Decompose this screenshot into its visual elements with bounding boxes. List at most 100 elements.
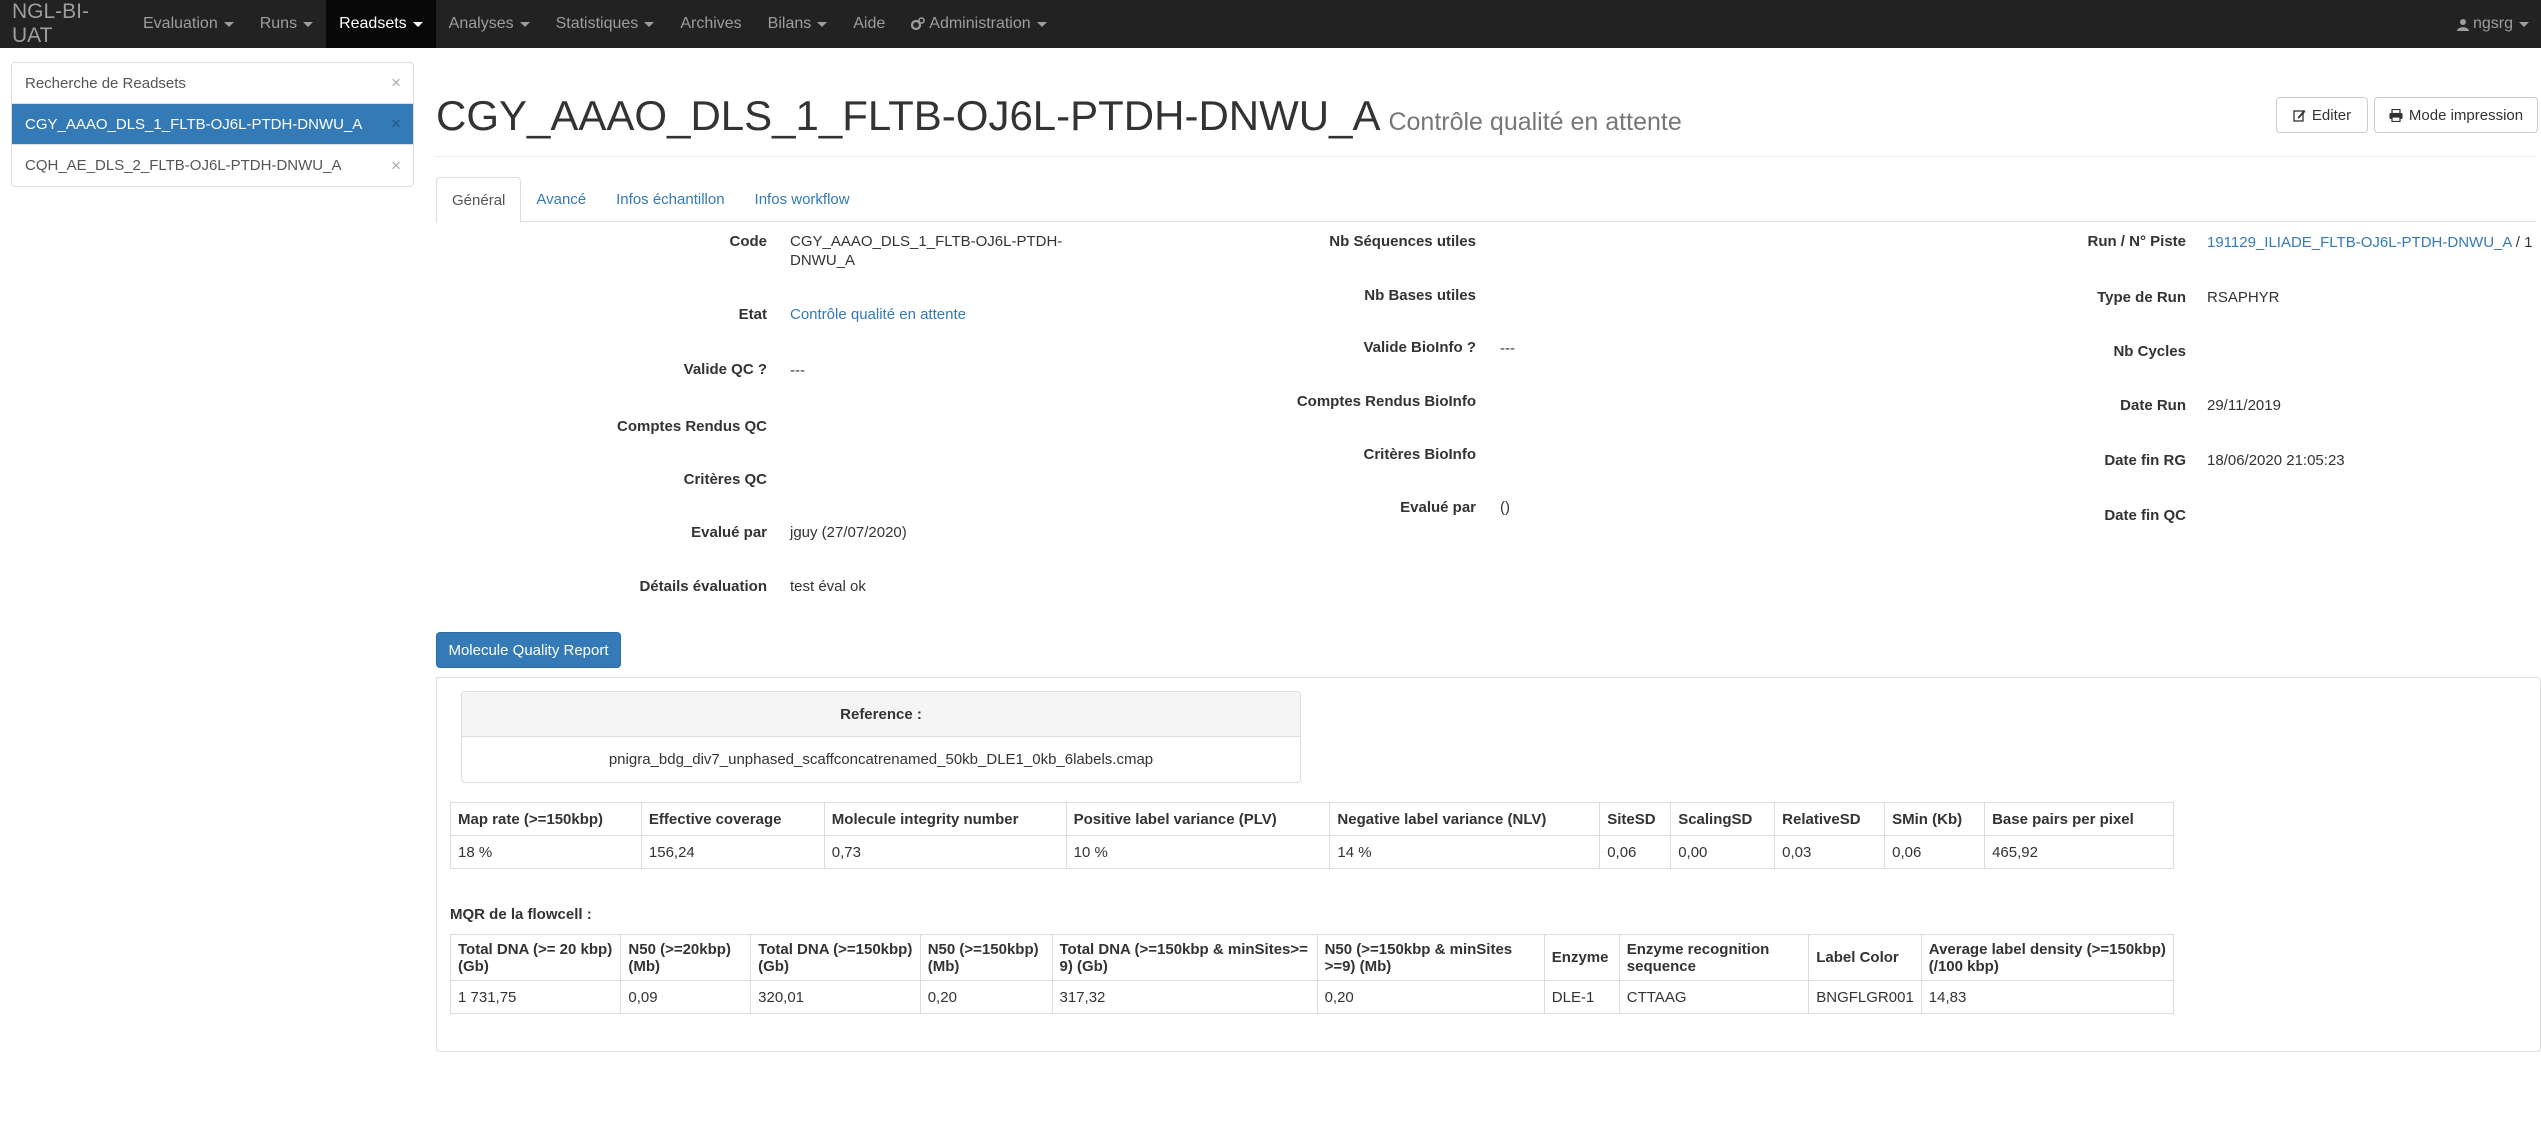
nav-item-runs[interactable]: Runs (247, 0, 326, 48)
field-value-bioinfo-evaluated-by: () (1500, 499, 1510, 516)
table-cell: 10 % (1065, 835, 1331, 869)
nav-item-label: Archives (680, 15, 742, 32)
user-icon (2456, 18, 2469, 31)
table-cell: 0,73 (823, 835, 1067, 869)
chevron-down-icon (223, 21, 234, 27)
table-header-row: Total DNA (>= 20 kbp) (Gb) N50 (>=20kbp) … (449, 934, 2175, 981)
print-label: Mode impression (2408, 106, 2524, 124)
table-cell: 0,20 (919, 980, 1053, 1014)
field-label-bioinfo-criteria: Critères BioInfo (1363, 446, 1476, 463)
field-value-valid-qc: --- (790, 362, 805, 379)
tab-advanced[interactable]: Avancé (521, 177, 601, 222)
field-label-code: Code (729, 233, 768, 250)
field-value-evaluated-by: jguy (27/07/2020) (790, 524, 907, 541)
nav-item-evaluation[interactable]: Evaluation (130, 0, 247, 48)
field-label-bioinfo-reports: Comptes Rendus BioInfo (1296, 393, 1476, 410)
sidebar-item-readset[interactable]: CQH_AE_DLS_2_FLTB-OJ6L-PTDH-DNWU_A × (12, 145, 413, 186)
chevron-down-icon (519, 21, 530, 27)
mqr-metrics-table: Map rate (>=150kbp) Effective coverage Mol… (450, 802, 2174, 869)
reference-box: Reference : pnigra_bdg_div7_unphased_sca… (461, 691, 1301, 783)
nav-item-label: Bilans (767, 15, 812, 32)
nav-item-label: Readsets (339, 15, 407, 32)
nav-item-readsets[interactable]: Readsets (326, 0, 436, 48)
reference-title: Reference : (462, 692, 1300, 737)
lane-number: / 1 (2511, 234, 2533, 251)
column-header: Total DNA (>=150kbp) (Gb) (750, 934, 921, 981)
field-value-run-lane: 191129_ILIADE_FLTB-OJ6L-PTDH-DNWU_A / 1 (2207, 233, 2532, 252)
table-cell: 0,03 (1774, 835, 1886, 869)
sidebar-item-label: CQH_AE_DLS_2_FLTB-OJ6L-PTDH-DNWU_A (25, 157, 342, 174)
chevron-down-icon (1036, 21, 1047, 27)
field-value-eval-details: test éval ok (790, 578, 866, 595)
field-value-run-type: RSAPHYR (2207, 289, 2280, 306)
tab-general[interactable]: Général (436, 177, 522, 223)
column-header: SiteSD (1599, 802, 1672, 836)
chevron-down-icon (817, 21, 828, 27)
sidebar-search-label: Recherche de Readsets (25, 74, 186, 92)
readset-tabs: Général Avancé Infos échantillon Infos w… (436, 177, 2536, 223)
field-value-state[interactable]: Contrôle qualité en attente (790, 305, 966, 324)
field-value-valid-bioinfo: --- (1500, 340, 1515, 357)
field-label-bioinfo-evaluated-by: Evalué par (1400, 499, 1476, 516)
close-icon[interactable]: × (391, 156, 401, 176)
column-header: Positive label variance (PLV) (1065, 802, 1331, 836)
table-cell: CTTAAG (1618, 980, 1810, 1014)
tab-sample-info[interactable]: Infos échantillon (601, 177, 739, 222)
field-label-useful-sequences: Nb Séquences utiles (1329, 233, 1476, 250)
sidebar-search-readsets[interactable]: Recherche de Readsets × (12, 63, 413, 104)
nav-item-statistiques[interactable]: Statistiques (543, 0, 668, 48)
column-header: Total DNA (>=150kbp & minSites>= 9) (Gb) (1051, 934, 1318, 981)
print-icon (2389, 108, 2403, 122)
table-cell: DLE-1 (1543, 980, 1620, 1014)
nav-item-aide[interactable]: Aide (840, 0, 898, 48)
nav-item-label: Statistiques (555, 15, 639, 32)
table-cell: 0,06 (1599, 835, 1672, 869)
molecule-quality-report-button[interactable]: Molecule Quality Report (436, 632, 621, 668)
print-mode-button[interactable]: Mode impression (2374, 97, 2538, 133)
table-cell: 156,24 (640, 835, 825, 869)
table-cell: 0,00 (1670, 835, 1776, 869)
brand-logo[interactable]: NGL-BI-UAT (0, 0, 130, 48)
field-label-valid-qc: Valide QC ? (683, 361, 767, 378)
table-cell: 1 731,75 (449, 980, 622, 1014)
table-cell: 0,06 (1884, 835, 1986, 869)
chevron-down-icon (412, 21, 423, 27)
close-icon[interactable]: × (391, 114, 401, 134)
column-header: Map rate (>=150kbp) (450, 802, 642, 836)
reference-file: pnigra_bdg_div7_unphased_scaffconcatrena… (608, 751, 1154, 768)
chevron-down-icon (2519, 21, 2529, 27)
edit-label: Editer (2311, 106, 2352, 124)
column-header: Average label density (>=150kbp) (/100 k… (1920, 934, 2175, 981)
field-label-cycles: Nb Cycles (2113, 343, 2186, 360)
table-cell: 465,92 (1984, 835, 2174, 869)
flowcell-caption: MQR de la flowcell : (450, 906, 592, 923)
column-header: Effective coverage (640, 802, 825, 836)
column-header: Enzyme (1543, 934, 1620, 981)
table-cell: 320,01 (750, 980, 921, 1014)
run-link[interactable]: 191129_ILIADE_FLTB-OJ6L-PTDH-DNWU_A (2207, 234, 2512, 251)
nav-item-analyses[interactable]: Analyses (436, 0, 543, 48)
close-icon[interactable]: × (391, 73, 401, 93)
table-header-row: Map rate (>=150kbp) Effective coverage Mol… (450, 802, 2174, 836)
edit-button[interactable]: Editer (2276, 97, 2368, 133)
top-navbar: NGL-BI-UAT Evaluation Runs Readsets Analyse… (0, 0, 2541, 48)
table-cell: 18 % (450, 835, 642, 869)
column-header: Total DNA (>= 20 kbp) (Gb) (449, 934, 622, 981)
nav-item-archives[interactable]: Archives (667, 0, 754, 48)
table-cell: 14,83 (1920, 980, 2175, 1014)
field-label-qc-reports: Comptes Rendus QC (616, 418, 767, 435)
column-header: Negative label variance (NLV) (1329, 802, 1601, 836)
table-cell: 0,20 (1316, 980, 1545, 1014)
column-header: Molecule integrity number (823, 802, 1067, 836)
sidebar-item-readset[interactable]: CGY_AAAO_DLS_1_FLTB-OJ6L-PTDH-DNWU_A × (12, 104, 413, 145)
field-label-valid-bioinfo: Valide BioInfo ? (1363, 339, 1476, 356)
column-header: N50 (>=150kbp & minSites >=9) (Mb) (1316, 934, 1545, 981)
column-header: Label Color (1808, 934, 1922, 981)
nav-item-bilans[interactable]: Bilans (755, 0, 841, 48)
nav-item-administration[interactable]: Administration (898, 0, 1059, 48)
field-label-run-date: Date Run (2120, 397, 2186, 414)
chevron-down-icon (303, 21, 314, 27)
tab-workflow-info[interactable]: Infos workflow (740, 177, 865, 222)
user-menu[interactable]: ngsrg (2456, 0, 2541, 48)
readset-code-title: CGY_AAAO_DLS_1_FLTB-OJ6L-PTDH-DNWU_A (436, 92, 1381, 139)
